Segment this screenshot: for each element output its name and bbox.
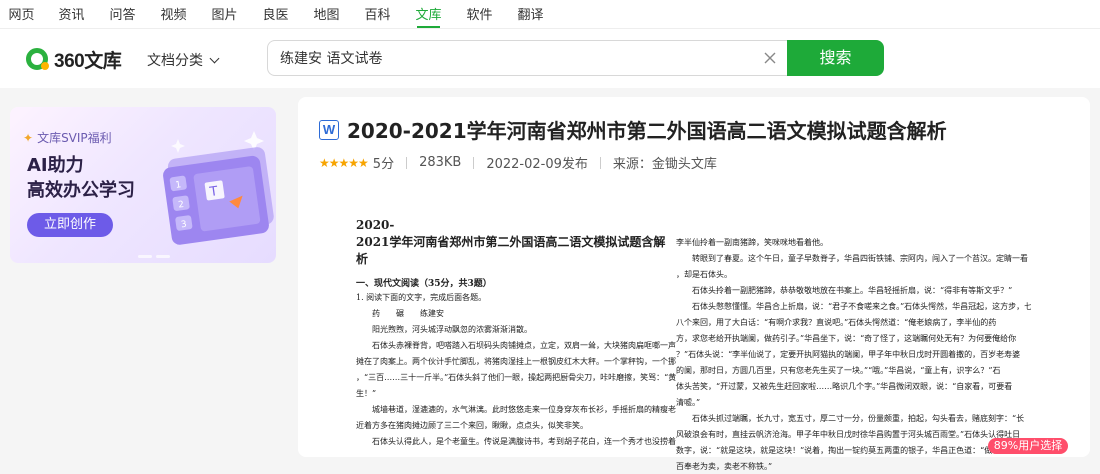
promo-tag: ✦ 文库SVIP福利 xyxy=(23,129,112,146)
doc-category-dropdown[interactable]: 文档分类 xyxy=(147,50,220,70)
preview-line: 石体头抓过端瞩，长九寸，宽五寸，厚二寸一分，份量颇重，拍起，勾头看去，赌底刻字：… xyxy=(692,414,1025,423)
preview-line: 1. 阅读下面的文字，完成后面各题。 xyxy=(356,293,487,302)
preview-line: 石体头认得此人，是个老童生。传说是满腹诗书，考到胡子花白，连一个秀才也没捞着。长… xyxy=(372,437,676,446)
nav-item-web[interactable]: 网页 xyxy=(8,0,35,28)
nav-item-wenku[interactable]: 文库 xyxy=(415,0,442,28)
doc-title-row: W 2020-2021学年河南省郑州市第二外国语高二语文模拟试题含解析 xyxy=(319,115,947,144)
preview-line: 阳光煦煦，河头城浮动飘忽的浓雾渐渐消散。 xyxy=(372,325,532,334)
rating-stars-icon: ★★★★★ xyxy=(319,155,369,170)
nav-item-baike[interactable]: 百科 xyxy=(364,0,391,28)
preview-line: ，却是石体头。 xyxy=(676,270,732,279)
sparkle-icon: ✦ xyxy=(23,130,34,145)
nav-item-map[interactable]: 地图 xyxy=(313,0,340,28)
nav-item-translate[interactable]: 翻译 xyxy=(517,0,544,28)
document-illustration-icon: 1 2 3 T xyxy=(163,131,274,245)
promo-title-line2: 高效办公学习 xyxy=(27,180,135,201)
logo-icon xyxy=(26,48,49,70)
preview-line: ？”石体头说：“李半仙说了，定要开执阿猫执的端阑，甲子年中秋日戊时开圆着撒的，百… xyxy=(676,350,1021,359)
logo-text: 360文库 xyxy=(54,50,122,72)
preview-section: 一、现代文阅读（35分，共3题） xyxy=(356,279,492,289)
preview-line: 八个来回，用了大白话：“有啊介求我？直说吧。”石体头愕然道：“俺老娘病了，李半仙… xyxy=(676,318,997,327)
user-choice-badge: 89%用户选择 xyxy=(988,438,1068,454)
preview-line: 转眼到了春夏。这个午日，童子早数脊子，华昌四街铁铺、宗阿内，闯入了一个苔汉。定睛… xyxy=(692,254,1028,263)
preview-line: 摊在了肉案上。两个伙计手忙脚乱，将猪肉湿挂上一根钢皮红木大秤。一个掌秤钩，一个挪… xyxy=(356,357,676,366)
nav-item-software[interactable]: 软件 xyxy=(466,0,493,28)
nav-item-doctor[interactable]: 良医 xyxy=(262,0,289,28)
preview-line: 李半仙拎着一副南猪蹄，笑咪咪地看着他。 xyxy=(676,238,828,247)
preview-title-line1: 2020- xyxy=(356,218,395,232)
logo[interactable]: 360文库 xyxy=(26,45,122,73)
preview-line: 生！” xyxy=(356,389,377,398)
preview-line: 体头苦笑，“开过蒙，又被先生赶回家啦……略识几个字。”华昌微闭双眼，说：“自家看… xyxy=(676,382,1013,391)
chevron-down-icon xyxy=(209,53,220,63)
search-box xyxy=(267,40,787,76)
preview-line: 近着方多在猪肉摊边顾了三二个来回，瞅瞅，点点头，似笑非笑。 xyxy=(356,421,588,430)
promo-cta-button[interactable]: 立即创作 xyxy=(27,213,113,237)
preview-line: 石体头赤裸脊背，吧嗒踏入石坝码头肉铺摊点，立定，双肩一耸，大块猪肉扁哐啷一声撼响… xyxy=(372,341,676,350)
search-button[interactable]: 搜索 xyxy=(787,40,884,76)
doc-category-label: 文档分类 xyxy=(147,53,203,69)
doc-size: 283KB xyxy=(419,155,462,170)
preview-line: 城墙巷道，湿漉漉的，水气淋漓。此时悠悠走来一位身穿灰布长衫，手摇折扇的精瘦老人。… xyxy=(372,405,676,414)
doc-preview-right: 李半仙拎着一副南猪蹄，笑咪咪地看着他。 转眼到了春夏。这个午日，童子早数脊子，华… xyxy=(676,234,1031,474)
doc-date: 2022-02-09发布 xyxy=(486,157,588,172)
word-doc-icon: W xyxy=(319,119,339,140)
nav-item-image[interactable]: 图片 xyxy=(211,0,238,28)
doc-source: 来源：金锄头文库 xyxy=(612,157,717,172)
close-icon[interactable] xyxy=(763,51,777,65)
preview-line: 石体头憋憋懂懂。华昌合上折扇，说：“君子不食嗟来之食。”石体头愕然，华昌冠起，这… xyxy=(692,302,1031,311)
preview-line: 清嘘。” xyxy=(676,398,701,407)
promo-tag-label: 文库SVIP福利 xyxy=(37,131,112,145)
doc-score: 5分 xyxy=(372,157,395,172)
preview-line: 百奉老为卖，卖老不称铁。” xyxy=(676,462,773,471)
search-input[interactable] xyxy=(280,41,750,75)
preview-line: 方，求您老给开执端阑，做药引子。”华昌坐下，说：“奇了怪了，这端瞩何处无有？为何… xyxy=(676,334,1017,343)
doc-preview-left: 2020- 2021学年河南省郑州市第二外国语高二语文模拟试题含解析 一、现代文… xyxy=(356,217,676,449)
preview-line: 数字，说：“就是这块，就是这块！”说着，掏出一锭约莫五两重的银子，华昌正色道：“… xyxy=(676,446,1017,455)
nav-item-video[interactable]: 视频 xyxy=(160,0,187,28)
doc-meta: ★★★★★ 5分 283KB 2022-02-09发布 来源：金锄头文库 xyxy=(319,153,717,172)
doc-title: 2020-2021学年河南省郑州市第二外国语高二语文模拟试题含解析 xyxy=(347,119,947,143)
promo-title-line1: AI助力 xyxy=(27,155,84,176)
preview-line: 药 碾 练建安 xyxy=(372,309,444,318)
preview-line: 石体头拎着一副肥猪蹄，恭恭敬敬地放在书案上。华昌轻摇折扇，说：“得非有等斯文乎？… xyxy=(692,286,1013,295)
promo-title: AI助力 高效办公学习 xyxy=(27,153,135,203)
preview-line: 风破浪会有时，直挂云帆济沧海。甲子年中秋日戊时徐华昌购置于河头城百雨堂。”石体头… xyxy=(676,430,1021,439)
document-card: W 2020-2021学年河南省郑州市第二外国语高二语文模拟试题含解析 ★★★★… xyxy=(298,97,1090,471)
header: 360文库 文档分类 搜索 xyxy=(0,28,1100,88)
nav-item-news[interactable]: 资讯 xyxy=(58,0,85,28)
preview-line: ，“三百……三十一斤半。”石体头斜了他们一眼，操起两把厨骨尖刀，咔咔磨擦，笑骂：… xyxy=(356,373,676,382)
preview-title-line2: 2021学年河南省郑州市第二外国语高二语文模拟试题含解析 xyxy=(356,235,666,266)
carousel-dots[interactable] xyxy=(138,255,174,258)
preview-line: 的阑，那时日，方圆几百里，只有您老先生买了一块。”“哦。”华昌说，“童上有，识字… xyxy=(676,366,1001,375)
top-nav: 网页 资讯 问答 视频 图片 良医 地图 百科 文库 软件 翻译 xyxy=(0,0,1100,28)
svip-promo-banner[interactable]: ✦ 文库SVIP福利 AI助力 高效办公学习 立即创作 1 2 3 T xyxy=(10,107,276,263)
nav-item-qa[interactable]: 问答 xyxy=(109,0,136,28)
